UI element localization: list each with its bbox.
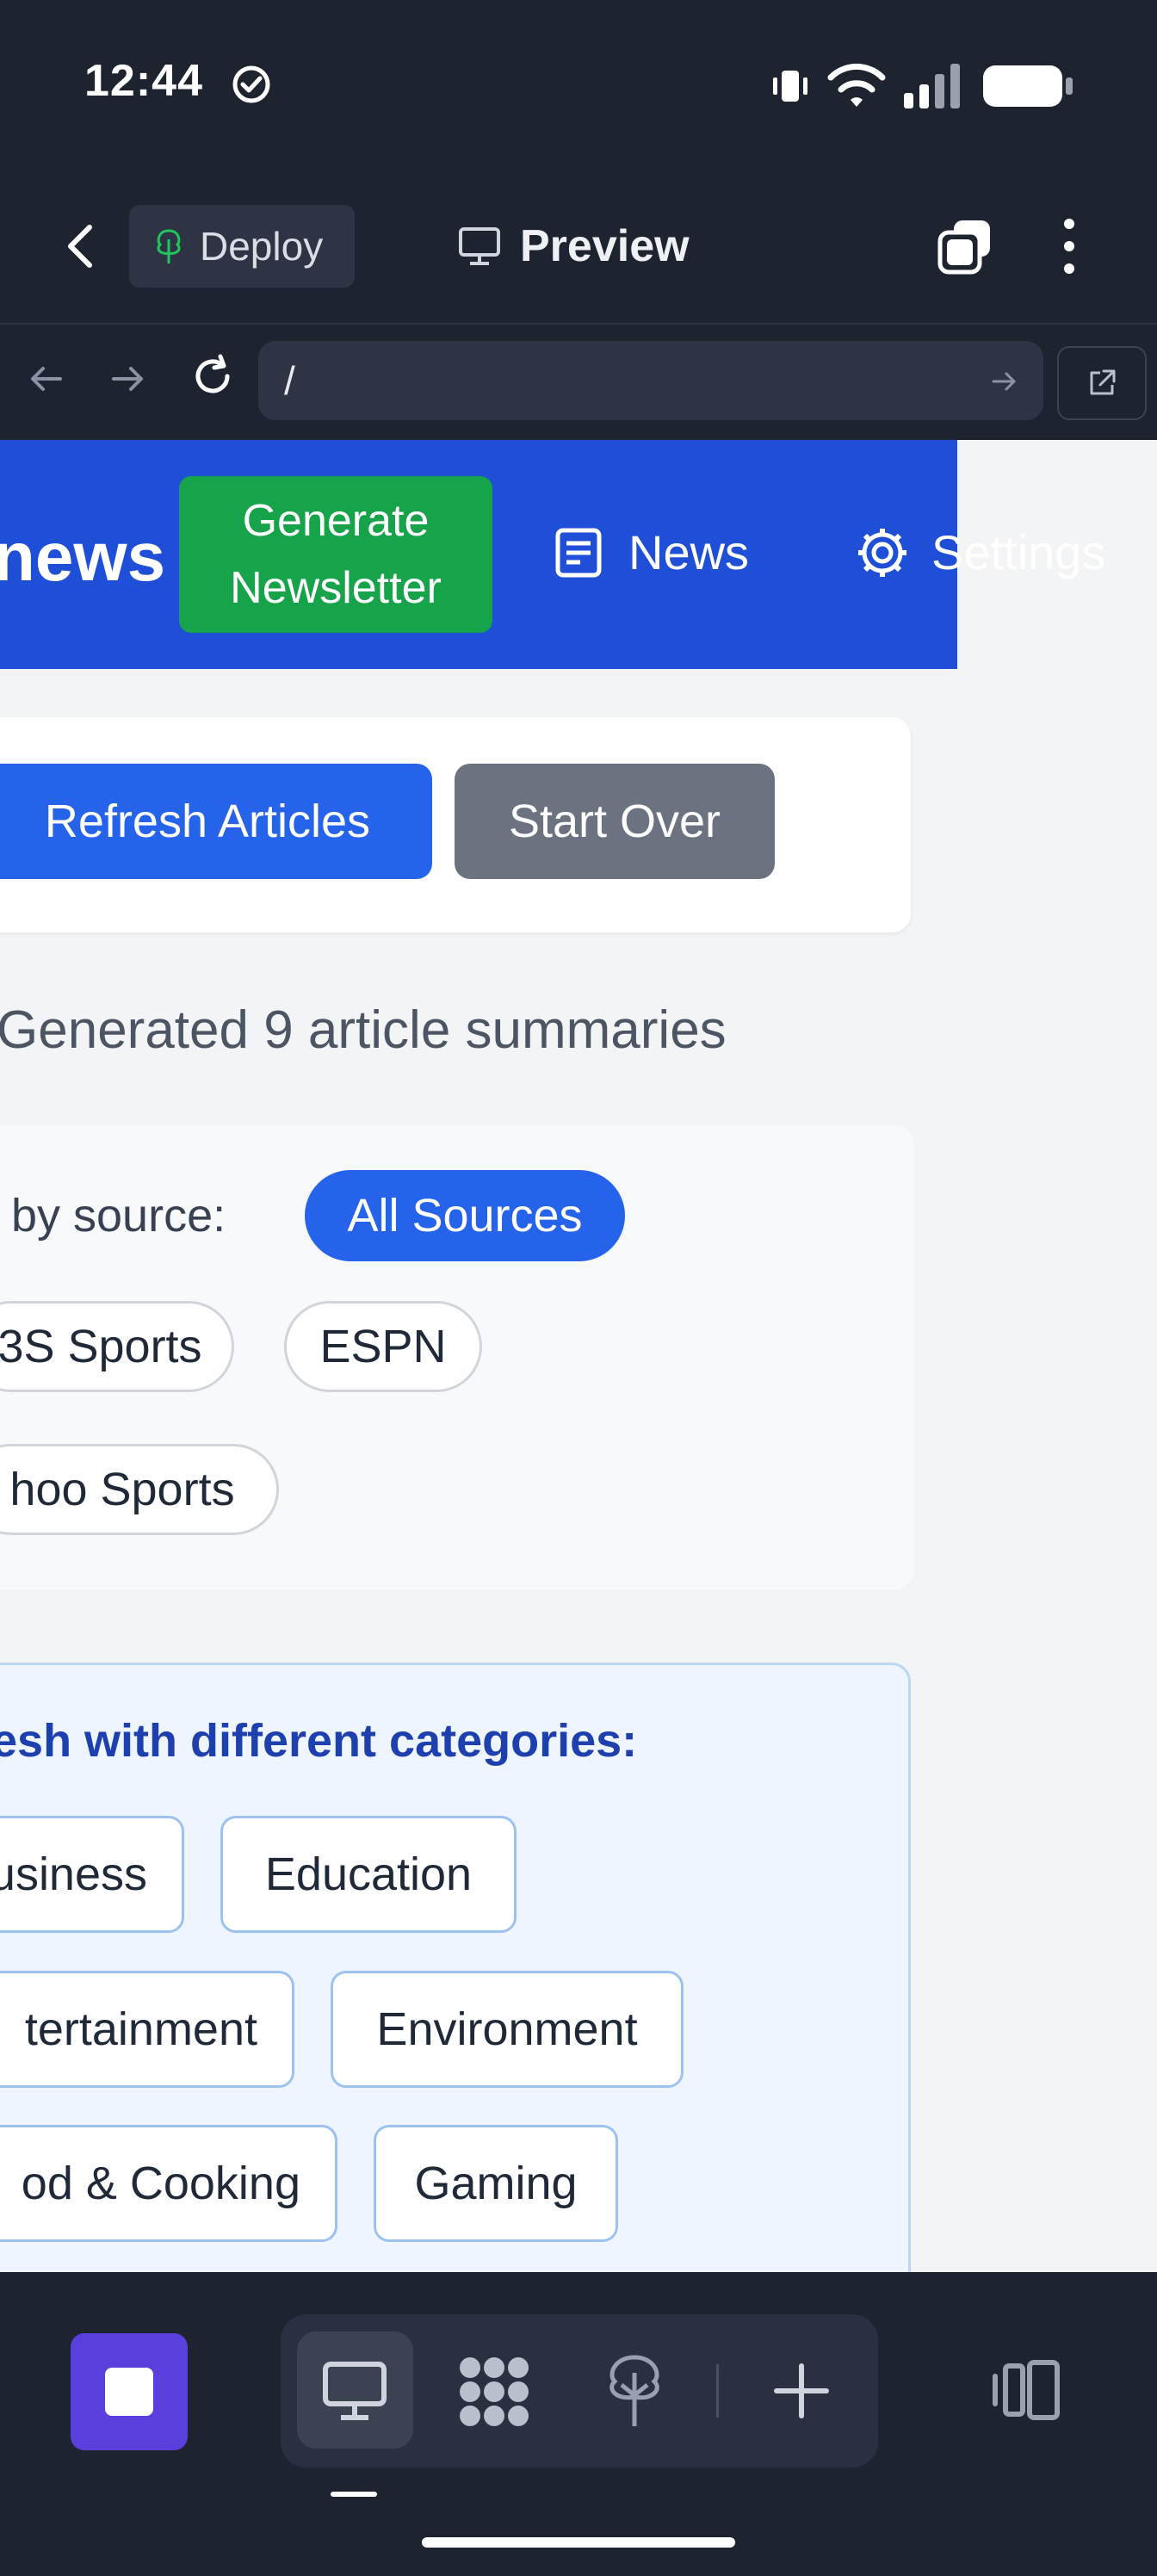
toolbar-divider	[716, 2364, 719, 2418]
desktop-view-icon[interactable]	[320, 2356, 389, 2424]
category-chip-education[interactable]: Education	[220, 1816, 517, 1933]
nav-news-label: News	[628, 525, 750, 579]
vibrate-icon	[773, 71, 807, 102]
reload-icon[interactable]	[189, 353, 236, 399]
generate-newsletter-button[interactable]: Generate Newsletter	[179, 476, 492, 633]
open-external-button[interactable]	[1057, 346, 1147, 420]
generate-newsletter-label: Generate Newsletter	[230, 496, 442, 613]
web-preview: news Generate Newsletter News Settings R…	[0, 440, 1157, 2272]
add-icon[interactable]	[773, 2362, 830, 2419]
tree-icon	[157, 229, 181, 263]
source-pill-cbs-sports[interactable]: 3S Sports	[0, 1301, 234, 1392]
category-chip-environment[interactable]: Environment	[331, 1971, 684, 2088]
go-arrow-icon[interactable]	[990, 370, 1019, 393]
more-options-icon[interactable]	[1055, 215, 1083, 277]
wifi-icon	[827, 63, 886, 107]
summary-status-text: Generated 9 article summaries	[0, 1000, 727, 1060]
battery-icon	[983, 65, 1073, 107]
category-chip-gaming[interactable]: Gaming	[374, 2125, 618, 2242]
category-chip-entertainment[interactable]: tertainment	[0, 1971, 294, 2088]
preview-label: Preview	[520, 221, 690, 271]
category-chip-food-cooking[interactable]: od & Cooking	[0, 2125, 337, 2242]
source-pill-espn[interactable]: ESPN	[284, 1301, 482, 1392]
source-filter-label: r by source:	[0, 1190, 226, 1242]
home-indicator[interactable]	[422, 2537, 735, 2548]
app-stop-button[interactable]	[71, 2333, 188, 2450]
category-panel-heading: esh with different categories:	[0, 1715, 638, 1767]
check-circle-icon	[232, 65, 270, 103]
nav-settings-link[interactable]: Settings	[856, 524, 1105, 580]
source-pill-yahoo-sports[interactable]: hoo Sports	[0, 1444, 279, 1535]
back-chevron-icon[interactable]	[60, 222, 102, 270]
newspaper-icon	[555, 528, 602, 577]
nav-news-link[interactable]: News	[553, 524, 749, 580]
site-brand[interactable]: news	[0, 517, 165, 597]
signal-icon	[904, 64, 960, 108]
url-text: /	[284, 358, 295, 403]
refresh-articles-button[interactable]: Refresh Articles	[0, 764, 432, 879]
status-bar: 12:44	[0, 0, 1157, 172]
external-link-icon	[1090, 369, 1116, 395]
deploy-label: Deploy	[200, 224, 324, 269]
nav-forward-icon[interactable]	[107, 362, 148, 396]
gear-icon	[858, 528, 906, 577]
deploy-button[interactable]: Deploy	[129, 205, 355, 288]
nav-settings-label: Settings	[931, 525, 1106, 579]
monitor-icon	[459, 227, 500, 265]
grid-dots-icon[interactable]	[456, 2354, 532, 2430]
tabs-icon[interactable]	[935, 217, 995, 277]
url-field[interactable]: /	[258, 341, 1043, 420]
start-over-button[interactable]: Start Over	[455, 764, 775, 879]
site-navbar: news Generate Newsletter News Settings	[0, 440, 1105, 669]
stop-square-icon	[105, 2368, 153, 2416]
clock: 12:44	[84, 56, 203, 106]
nav-back-icon[interactable]	[26, 362, 67, 396]
deploy-tree-icon[interactable]	[603, 2352, 666, 2430]
active-tab-indicator	[331, 2492, 377, 2497]
device-panels-icon[interactable]	[990, 2359, 1062, 2421]
source-pill-all-sources[interactable]: All Sources	[305, 1170, 625, 1261]
category-chip-business[interactable]: usiness	[0, 1816, 184, 1933]
preview-tab[interactable]: Preview	[458, 215, 690, 277]
